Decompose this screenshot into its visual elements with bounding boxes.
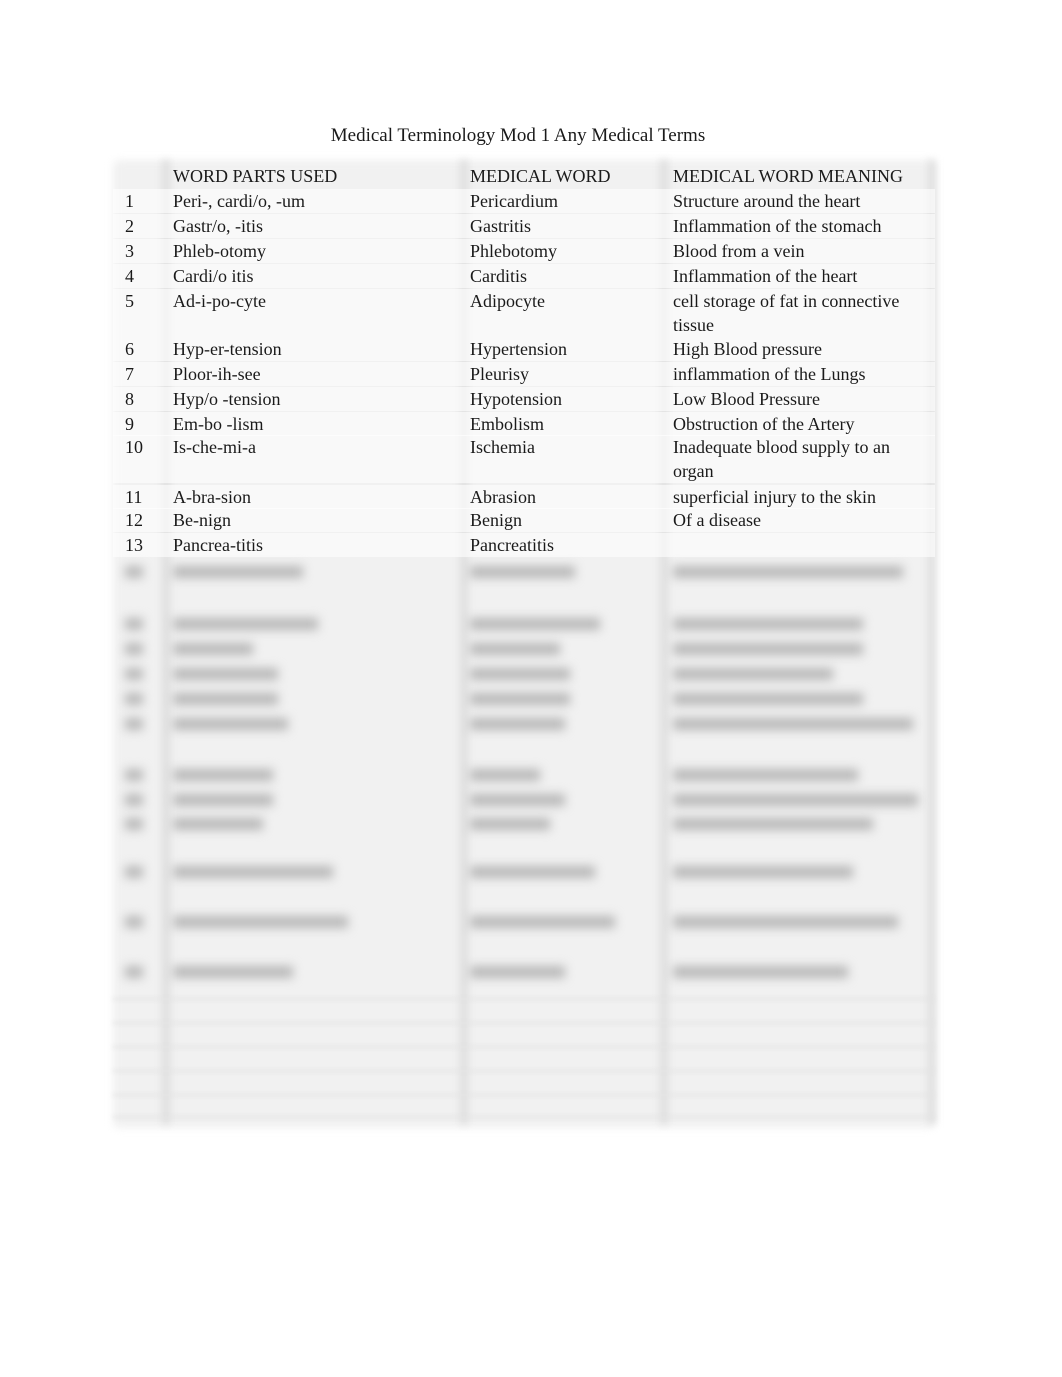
table-row: 9 Em-bo -lism Embolism Obstruction of the A… <box>113 412 935 436</box>
table-row: 2 Gastr/o, -itis Gastritis Inflammation of … <box>113 214 935 238</box>
row-number: 10 <box>125 437 143 457</box>
word-parts-cell: Is-che-mi-a <box>173 437 256 457</box>
meaning-cell: superficial injury to the skin <box>673 487 876 507</box>
medical-word-cell: Hypertension <box>470 339 567 359</box>
table-row: 13 Pancrea-titis Pancreatitis <box>113 533 935 557</box>
medical-word-cell: Carditis <box>470 266 527 286</box>
empty-row-divider <box>113 1070 935 1072</box>
medical-word-cell: Embolism <box>470 414 545 434</box>
table-row: 8 Hyp/o -tension Hypotension Low Blood Pres… <box>113 387 935 411</box>
word-parts-cell: Ad-i-po-cyte <box>173 291 266 311</box>
meaning-cell: Inadequate blood supply to an organ <box>673 437 890 481</box>
header-word-parts: WORD PARTS USED <box>173 166 338 186</box>
medical-word-cell: Phlebotomy <box>470 241 558 261</box>
table-row: 10 Is-che-mi-a Ischemia Inadequate blood su… <box>113 435 935 483</box>
medical-word-cell: Abrasion <box>470 487 536 507</box>
blurred-row <box>113 712 935 760</box>
table-row: 1 Peri-, cardi/o, -um Pericardium Structure… <box>113 189 935 213</box>
meaning-cell: inflammation of the Lungs <box>673 364 866 384</box>
blurred-row <box>113 560 935 608</box>
medical-word-cell: Benign <box>470 510 522 530</box>
table-row: 11 A-bra-sion Abrasion superficial injury t… <box>113 485 935 509</box>
row-number: 3 <box>125 241 134 261</box>
word-parts-cell: Cardi/o itis <box>173 266 254 286</box>
row-number: 4 <box>125 266 134 286</box>
medical-word-cell: Pleurisy <box>470 364 530 384</box>
table-row: 12 Be-nign Benign Of a disease <box>113 508 935 532</box>
medical-word-cell: Pancreatitis <box>470 535 554 555</box>
row-number: 7 <box>125 364 134 384</box>
table-row: 3 Phleb-otomy Phlebotomy Blood from a vein <box>113 239 935 263</box>
blurred-row <box>113 812 935 860</box>
table-row: 7 Ploor-ih-see Pleurisy inflammation of the… <box>113 362 935 386</box>
meaning-cell: Low Blood Pressure <box>673 389 820 409</box>
row-number: 8 <box>125 389 134 409</box>
meaning-cell: Inflammation of the heart <box>673 266 858 286</box>
word-parts-cell: Gastr/o, -itis <box>173 216 263 236</box>
header-medical-word: MEDICAL WORD <box>470 166 611 186</box>
empty-row-divider <box>113 1046 935 1048</box>
document-title: Medical Terminology Mod 1 Any Medical Te… <box>330 125 706 146</box>
row-number: 11 <box>125 487 143 507</box>
medical-word-cell: Pericardium <box>470 191 558 211</box>
meaning-cell: Structure around the heart <box>673 191 861 211</box>
meaning-cell: Inflammation of the stomach <box>673 216 882 236</box>
row-number: 9 <box>125 414 134 434</box>
medical-word-cell: Gastritis <box>470 216 531 236</box>
medical-word-cell: Adipocyte <box>470 291 545 311</box>
medical-word-cell: Ischemia <box>470 437 535 457</box>
header-meaning: MEDICAL WORD MEANING <box>673 166 903 186</box>
word-parts-cell: Pancrea-titis <box>173 535 263 555</box>
table-row: 5 Ad-i-po-cyte Adipocyte cell storage of fa… <box>113 289 935 337</box>
empty-row-divider <box>113 1022 935 1024</box>
row-number: 2 <box>125 216 134 236</box>
empty-row-divider <box>113 1094 935 1096</box>
row-number: 13 <box>125 535 143 555</box>
word-parts-cell: Hyp-er-tension <box>173 339 282 359</box>
word-parts-cell: A-bra-sion <box>173 487 251 507</box>
word-parts-cell: Peri-, cardi/o, -um <box>173 191 305 211</box>
word-parts-cell: Phleb-otomy <box>173 241 266 261</box>
word-parts-cell: Ploor-ih-see <box>173 364 261 384</box>
meaning-cell: High Blood pressure <box>673 339 822 359</box>
meaning-cell: Of a disease <box>673 510 761 530</box>
word-parts-cell: Em-bo -lism <box>173 414 264 434</box>
meaning-cell: Obstruction of the Artery <box>673 414 855 434</box>
row-number: 6 <box>125 339 134 359</box>
row-number: 12 <box>125 510 143 530</box>
empty-row-divider <box>113 998 935 1000</box>
meaning-cell: cell storage of fat in connective tissue <box>673 291 900 335</box>
row-number: 5 <box>125 291 134 311</box>
table-row: 6 Hyp-er-tension Hypertension High Blood pr… <box>113 337 935 361</box>
table-row: 4 Cardi/o itis Carditis Inflammation of the… <box>113 264 935 288</box>
meaning-cell: Blood from a vein <box>673 241 805 261</box>
empty-row-divider <box>113 1116 935 1118</box>
word-parts-cell: Be-nign <box>173 510 231 530</box>
blurred-row <box>113 910 935 958</box>
row-number: 1 <box>125 191 134 211</box>
medical-word-cell: Hypotension <box>470 389 562 409</box>
word-parts-cell: Hyp/o -tension <box>173 389 281 409</box>
blurred-row <box>113 860 935 908</box>
